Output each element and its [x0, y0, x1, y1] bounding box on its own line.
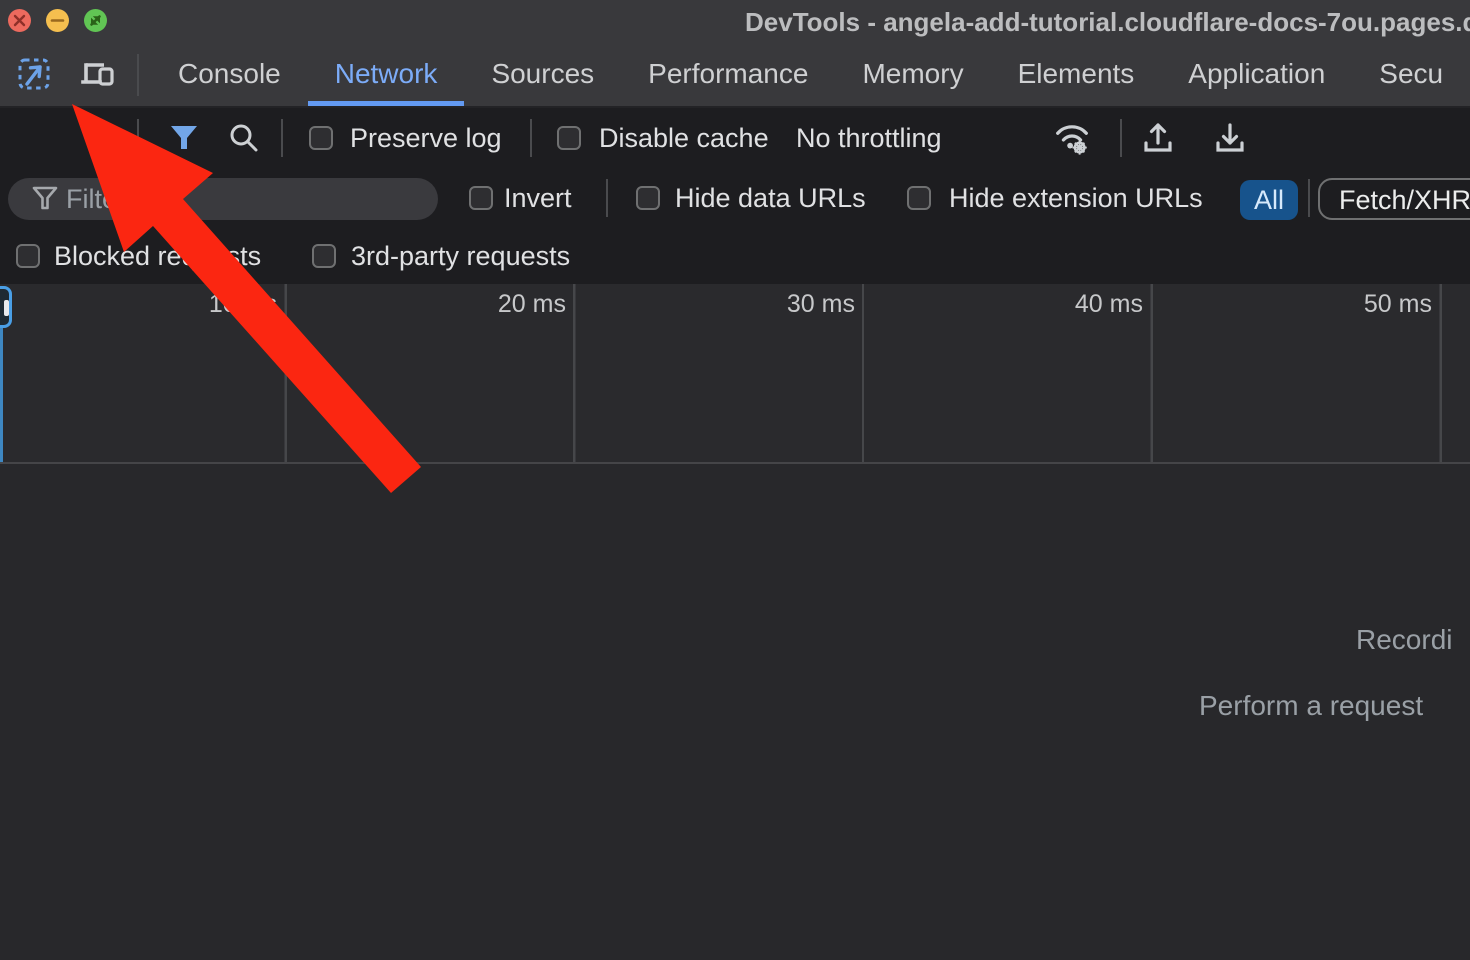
close-icon[interactable]	[8, 9, 31, 32]
panel-tab[interactable]: Application	[1161, 42, 1352, 106]
panel-tabs: ConsoleNetworkSourcesPerformanceMemoryEl…	[151, 42, 1470, 106]
toolbar-separator	[1308, 179, 1310, 217]
toolbar-separator	[1120, 119, 1122, 157]
export-har-icon[interactable]	[1210, 118, 1250, 158]
window-title: DevTools - angela-add-tutorial.cloudflar…	[745, 0, 1470, 42]
invert-checkbox[interactable]	[469, 186, 493, 210]
inspect-cursor-icon[interactable]	[14, 54, 54, 94]
throttling-select[interactable]: No throttling	[796, 108, 942, 168]
request-type-all-pill[interactable]: All	[1240, 180, 1298, 220]
overview-drag-handle[interactable]	[0, 286, 12, 328]
panel-tab[interactable]: Performance	[621, 42, 835, 106]
toolbar-separator	[281, 119, 283, 157]
device-toolbar-icon[interactable]	[78, 54, 118, 94]
overview-handle-line	[0, 328, 3, 462]
blocked-requests-checkbox[interactable]	[16, 244, 40, 268]
hide-extension-urls-checkbox[interactable]	[907, 186, 931, 210]
empty-state-hint-text: Perform a request	[1199, 690, 1423, 722]
timeline-tick-label: 30 ms	[735, 290, 855, 319]
hide-data-urls-label[interactable]: Hide data URLs	[675, 168, 866, 228]
panel-tab[interactable]: Elements	[991, 42, 1162, 106]
hide-data-urls-checkbox[interactable]	[636, 186, 660, 210]
disable-cache-label[interactable]: Disable cache	[599, 108, 769, 168]
filter-funnel-icon[interactable]	[164, 118, 204, 158]
timeline-tick-label: 50 ms	[1312, 290, 1432, 319]
toolbar-separator	[530, 119, 532, 157]
network-conditions-icon[interactable]	[1052, 118, 1092, 158]
timeline-tick-label: 10 ms	[157, 290, 277, 319]
invert-label[interactable]: Invert	[504, 168, 572, 228]
zoom-icon[interactable]	[84, 9, 107, 32]
devtools-tabbar: ConsoleNetworkSourcesPerformanceMemoryEl…	[0, 42, 1470, 108]
third-party-requests-label[interactable]: 3rd-party requests	[351, 228, 570, 284]
search-icon[interactable]	[224, 118, 264, 158]
panel-tab[interactable]: Memory	[835, 42, 990, 106]
devtools-window: DevTools - angela-add-tutorial.cloudflar…	[0, 0, 1470, 960]
blocked-requests-label[interactable]: Blocked requests	[54, 228, 261, 284]
import-har-icon[interactable]	[1138, 118, 1178, 158]
preserve-log-label[interactable]: Preserve log	[350, 108, 502, 168]
toolbar-separator	[606, 179, 608, 217]
hide-extension-urls-label[interactable]: Hide extension URLs	[949, 168, 1203, 228]
titlebar: DevTools - angela-add-tutorial.cloudflar…	[0, 0, 1470, 42]
toolbar-separator	[137, 119, 139, 157]
empty-state-recording-text: Recordi	[1356, 624, 1452, 656]
panel-tab[interactable]: Sources	[464, 42, 621, 106]
timeline-tick-label: 20 ms	[446, 290, 566, 319]
network-overview-timeline[interactable]: 10 ms 20 ms 30 ms 40 ms 50 ms	[0, 284, 1470, 464]
network-toolbar: Preserve log Disable cache No throttling	[0, 108, 1470, 168]
third-party-requests-checkbox[interactable]	[312, 244, 336, 268]
network-filter-row: Invert Hide data URLs Hide extension URL…	[0, 168, 1470, 228]
toolbar-separator	[137, 54, 139, 96]
request-type-fetch-xhr-pill[interactable]: Fetch/XHR	[1318, 178, 1470, 220]
network-requests-area: Recordi Perform a request	[0, 464, 1470, 934]
network-filter-row-2: Blocked requests 3rd-party requests	[0, 228, 1470, 284]
disable-cache-checkbox[interactable]	[557, 126, 581, 150]
panel-tab[interactable]: Console	[151, 42, 308, 106]
panel-tab[interactable]: Network	[308, 42, 465, 106]
minimize-icon[interactable]	[46, 9, 69, 32]
preserve-log-checkbox[interactable]	[309, 126, 333, 150]
timeline-tick-label: 40 ms	[1023, 290, 1143, 319]
panel-tab[interactable]: Secu	[1352, 42, 1470, 106]
filter-input[interactable]	[8, 178, 438, 220]
